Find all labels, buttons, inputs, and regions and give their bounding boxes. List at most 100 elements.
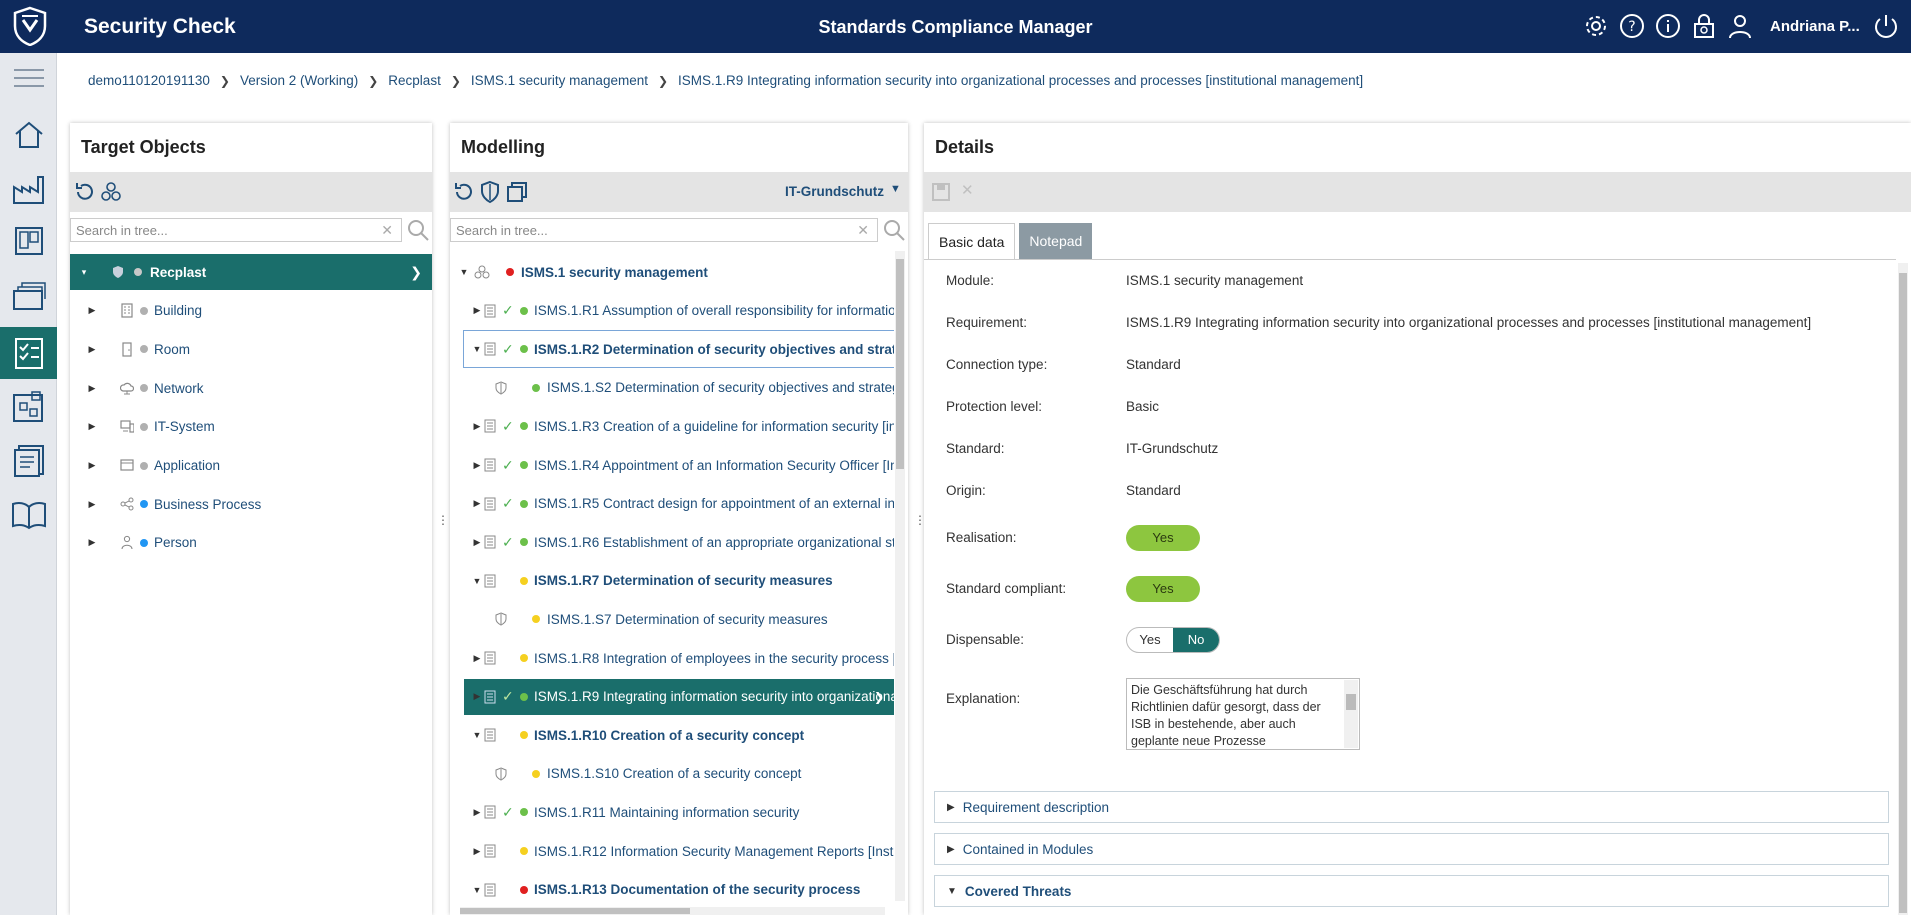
save-icon[interactable] (929, 180, 953, 204)
caret-right-icon[interactable]: ▶ (472, 498, 482, 509)
tree-item-person[interactable]: ▶ Person (70, 525, 432, 561)
scrollbar-thumb[interactable] (896, 259, 904, 469)
report-icon[interactable] (0, 439, 57, 483)
model-row-req[interactable]: ▶ ✓ ISMS.1.R4 Appointment of an Informatio… (464, 447, 894, 483)
tree-item-building[interactable]: ▶ Building (70, 293, 432, 329)
textarea-scrollbar[interactable] (1344, 680, 1358, 748)
tree-item-room[interactable]: ▶ Room (70, 331, 432, 367)
caret-right-icon[interactable]: ▶ (87, 499, 97, 509)
checklist-icon[interactable] (0, 327, 57, 379)
caret-right-icon[interactable]: ▶ (87, 383, 97, 393)
dispensable-toggle[interactable]: Yes No (1126, 627, 1220, 653)
tree-item-business-process[interactable]: ▶ Business Process (70, 486, 432, 522)
modules-icon[interactable] (0, 385, 57, 429)
tab-notepad[interactable]: Notepad (1019, 223, 1093, 259)
horizontal-scrollbar[interactable] (460, 907, 885, 915)
caret-right-icon[interactable]: ▶ (472, 846, 482, 856)
caret-right-icon[interactable]: ▶ (472, 460, 482, 470)
document-icon (484, 304, 496, 318)
caret-right-icon[interactable]: ▶ (472, 691, 482, 702)
tab-basic-data[interactable]: Basic data (928, 223, 1016, 259)
model-row-req[interactable]: ▶ ✓ ISMS.1.R6 Establishment of an appropri… (464, 524, 894, 560)
dispensable-no-option[interactable]: No (1173, 628, 1219, 652)
lock-refresh-icon[interactable] (1690, 12, 1718, 40)
model-row-measure[interactable]: ISMS.1.S2 Determination of security obje… (464, 370, 894, 406)
model-row-req[interactable]: ▶ ✓ ISMS.1.R1 Assumption of overall respon… (464, 293, 894, 329)
book-icon[interactable] (0, 493, 57, 537)
breadcrumb-item-version[interactable]: Version 2 (Working) (240, 73, 358, 88)
standard-compliant-badge[interactable]: Yes (1126, 576, 1200, 602)
model-row-req[interactable]: ▶ ✓ ISMS.1.R11 Maintaining information sec… (464, 794, 894, 830)
caret-down-icon[interactable]: ▼ (472, 885, 482, 895)
model-row-req[interactable]: ▼ ISMS.1.R10 Creation of a security conce… (464, 717, 894, 753)
realisation-badge[interactable]: Yes (1126, 525, 1200, 551)
caret-down-icon[interactable]: ▾ (79, 267, 89, 277)
model-row-req[interactable]: ▼ ISMS.1.R7 Determination of security mea… (464, 563, 894, 599)
caret-right-icon[interactable]: ▶ (87, 344, 97, 354)
accordion-covered-threats[interactable]: ▼ Covered Threats (934, 875, 1889, 907)
refresh-icon[interactable] (73, 180, 97, 204)
menu-icon[interactable] (0, 56, 57, 100)
help-icon[interactable]: ? (1618, 12, 1646, 40)
model-row-measure[interactable]: ISMS.1.S10 Creation of a security concep… (464, 756, 894, 792)
search-icon[interactable] (406, 218, 430, 242)
caret-right-icon[interactable]: ▶ (472, 305, 482, 316)
caret-right-icon[interactable]: ▶ (472, 537, 482, 547)
caret-right-icon[interactable]: ▶ (87, 421, 97, 432)
model-row-req[interactable]: ▶ ISMS.1.R12 Information Security Managem… (464, 833, 894, 869)
accordion-contained-in-modules[interactable]: ▶ Contained in Modules (934, 833, 1889, 865)
factory-icon[interactable] (0, 167, 57, 211)
model-row-req[interactable]: ▼ ✓ ISMS.1.R2 Determination of security ob… (463, 330, 894, 369)
model-row-req[interactable]: ▶ ISMS.1.R8 Integration of employees in t… (464, 640, 894, 676)
tree-item-network[interactable]: ▶ Network (70, 370, 432, 406)
details-scrollbar[interactable] (1898, 263, 1908, 915)
caret-right-icon[interactable]: ▶ (87, 537, 97, 548)
breadcrumb-item-organization[interactable]: Recplast (388, 73, 441, 88)
scrollbar-thumb[interactable] (1899, 273, 1907, 913)
cancel-icon[interactable]: ✕ (961, 181, 974, 199)
gear-icon[interactable] (1582, 12, 1610, 40)
caret-down-icon[interactable]: ▼ (472, 344, 482, 354)
explanation-textarea[interactable]: Die Geschäftsführung hat durch Richtlini… (1126, 678, 1360, 750)
model-row-req[interactable]: ▶ ✓ ISMS.1.R3 Creation of a guideline for … (464, 408, 894, 444)
tab-divider (924, 259, 1896, 260)
power-icon[interactable] (1872, 12, 1900, 40)
tree-item-it-system[interactable]: ▶ IT-System (70, 409, 432, 445)
breadcrumb-item-module[interactable]: ISMS.1 security management (471, 73, 648, 88)
dispensable-yes-option[interactable]: Yes (1127, 628, 1173, 652)
username[interactable]: Andriana P... (1770, 18, 1860, 35)
caret-down-icon[interactable]: ▼ (472, 576, 482, 586)
caret-right-icon[interactable]: ▶ (87, 460, 97, 471)
chevron-right-icon[interactable]: ❯ (874, 690, 884, 704)
clear-icon[interactable]: ✕ (381, 222, 393, 239)
target-search-input[interactable]: Search in tree... ✕ (70, 218, 402, 242)
check-icon: ✓ (502, 456, 514, 473)
caret-right-icon[interactable]: ▶ (472, 653, 482, 663)
info-icon[interactable] (1654, 12, 1682, 40)
caret-down-icon[interactable]: ▼ (459, 267, 469, 277)
shield-logo-icon[interactable] (10, 6, 50, 46)
caret-right-icon[interactable]: ▶ (472, 807, 482, 817)
splitter-handle[interactable]: ⋮ (437, 513, 449, 527)
tree-item-application[interactable]: ▶ Application (70, 448, 432, 484)
caret-right-icon[interactable]: ▶ (472, 421, 482, 431)
model-row-req[interactable]: ▼ ISMS.1.R13 Documentation of the securit… (464, 872, 894, 908)
breadcrumb-item-requirement[interactable]: ISMS.1.R9 Integrating information securi… (678, 73, 1363, 88)
model-row-req[interactable]: ▶ ✓ ISMS.1.R9 Integrating information secu… (464, 678, 894, 715)
chevron-right-icon[interactable]: ❯ (410, 264, 422, 281)
archive-icon[interactable] (0, 274, 57, 318)
user-icon[interactable] (1726, 12, 1754, 40)
board-icon[interactable] (0, 219, 57, 263)
model-row-req[interactable]: ▶ ✓ ISMS.1.R5 Contract design for appointm… (464, 486, 894, 522)
caret-right-icon[interactable]: ▶ (87, 305, 97, 316)
breadcrumb-item-project[interactable]: demo110120191130 (88, 73, 210, 88)
home-icon[interactable] (0, 113, 57, 157)
accordion-requirement-description[interactable]: ▶ Requirement description (934, 791, 1889, 823)
model-row-measure[interactable]: ISMS.1.S7 Determination of security meas… (464, 601, 894, 637)
model-row-module[interactable]: ▼ ISMS.1 security management (460, 254, 894, 290)
hierarchy-icon[interactable] (99, 180, 123, 204)
caret-down-icon[interactable]: ▼ (472, 730, 482, 740)
tree-root-recplast[interactable]: ▾ Recplast ❯ (70, 254, 432, 290)
scrollbar-thumb[interactable] (460, 908, 690, 914)
modelling-scrollbar[interactable] (895, 251, 905, 901)
